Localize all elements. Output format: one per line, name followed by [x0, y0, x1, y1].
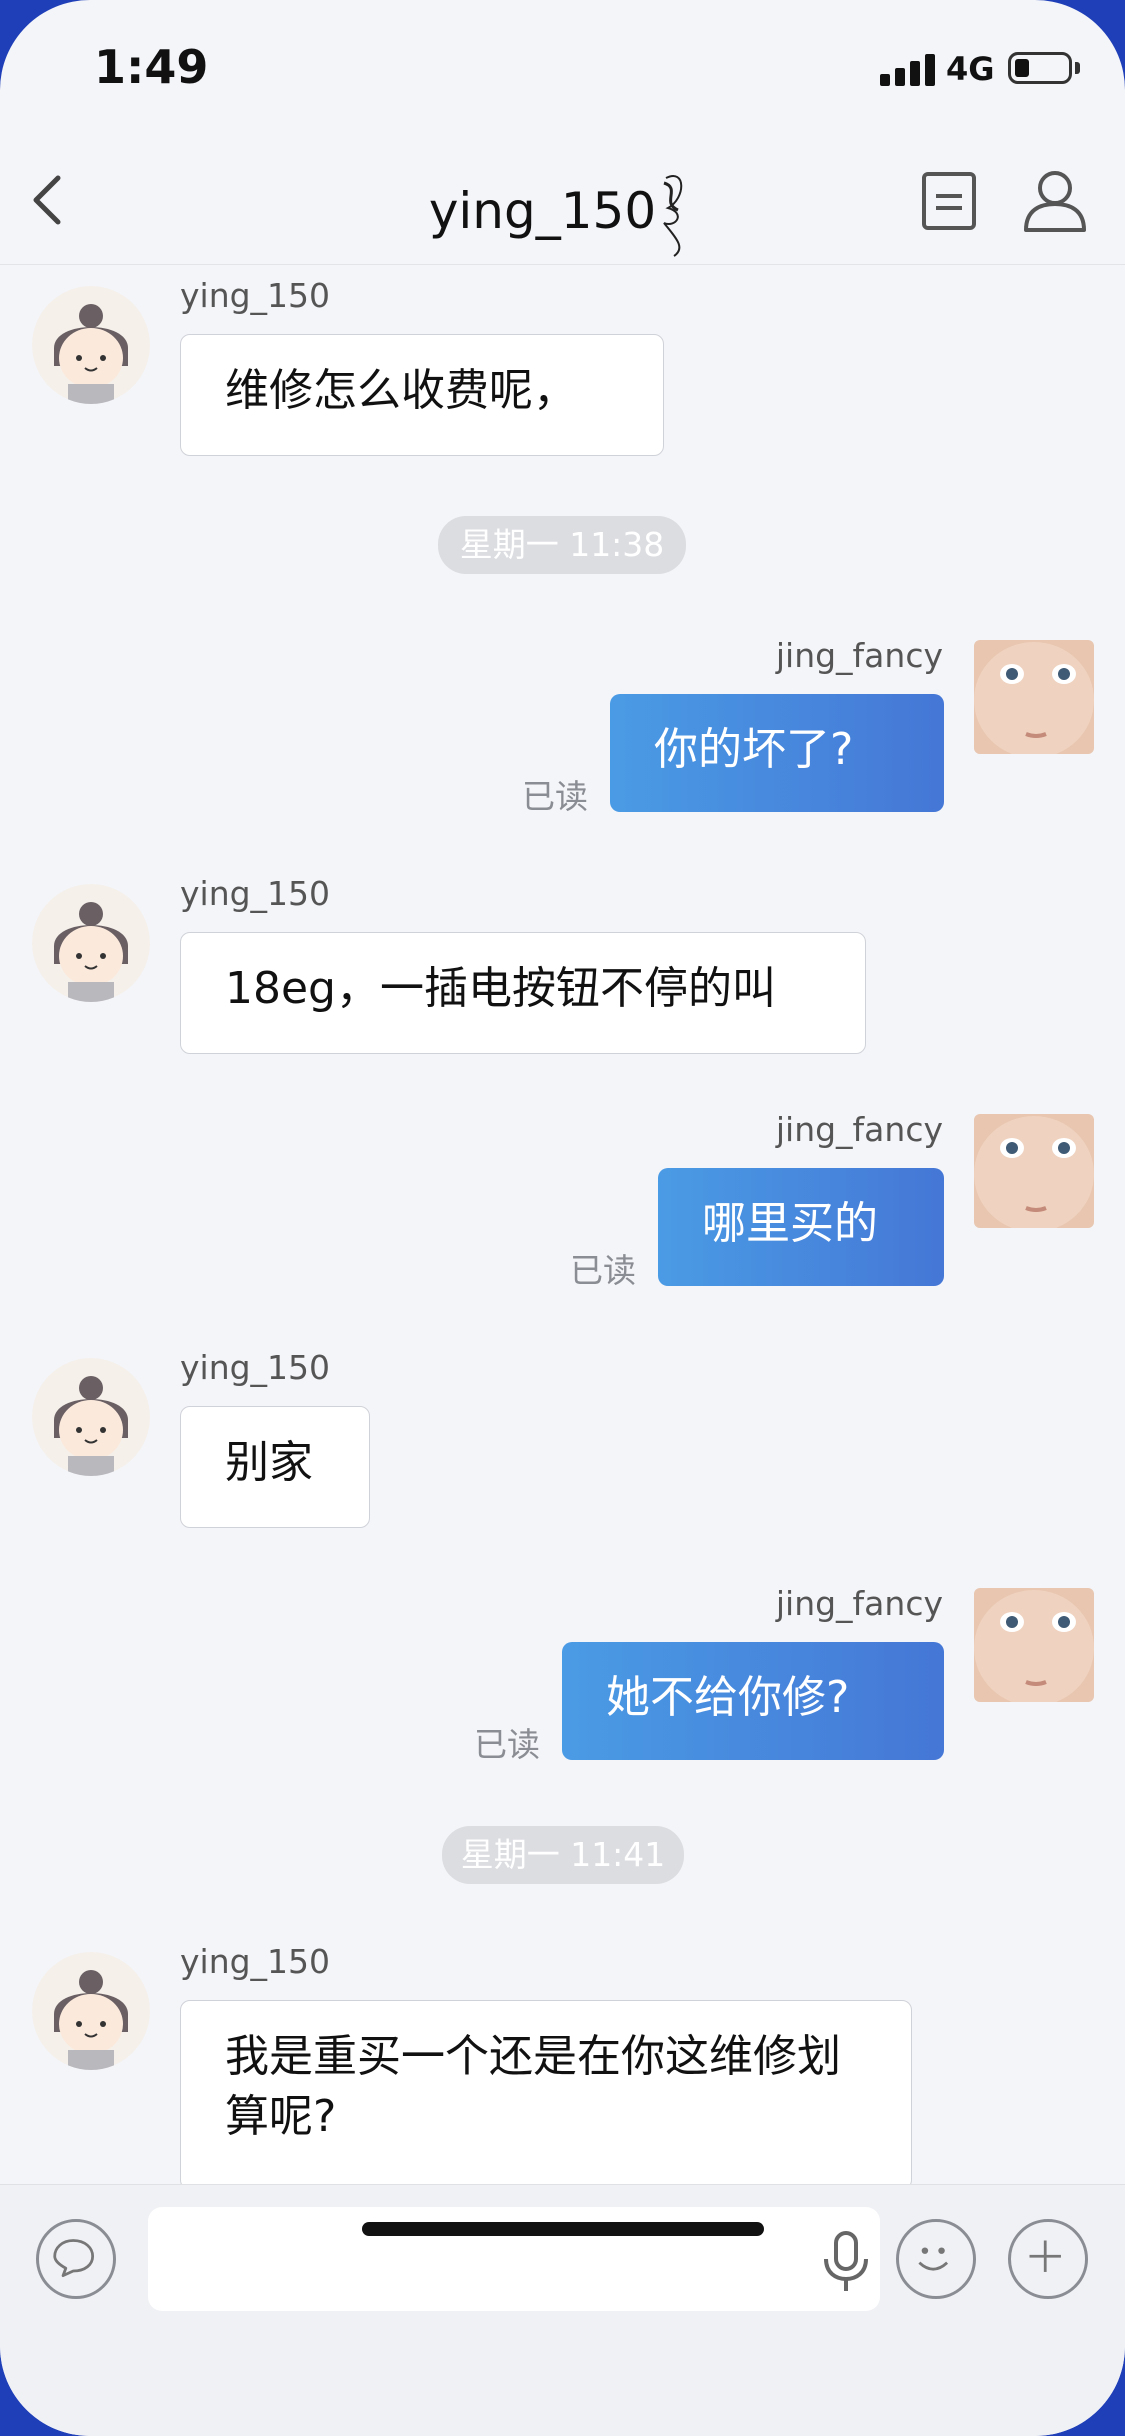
message-bubble[interactable]: 维修怎么收费呢，: [180, 334, 664, 456]
timestamp-divider: 星期一 11:38: [438, 516, 686, 574]
sender-name: ying_150: [180, 1348, 331, 1387]
message-bubble[interactable]: 你的坏了?: [610, 694, 944, 812]
phone-screen: 1:49 4G ying_150 ying_150 维修怎么收费呢， 星期一 1…: [0, 0, 1125, 2436]
sender-name: jing_fancy: [775, 1110, 943, 1149]
timestamp-divider: 星期一 11:41: [442, 1826, 684, 1884]
home-indicator[interactable]: [362, 2222, 764, 2236]
avatar[interactable]: [974, 640, 1094, 754]
network-type: 4G: [946, 50, 995, 88]
plus-icon[interactable]: [1008, 2219, 1088, 2299]
sender-name: jing_fancy: [775, 636, 943, 675]
microphone-icon[interactable]: [818, 2229, 874, 2293]
read-status: 已读: [570, 1251, 636, 1290]
avatar[interactable]: [32, 1358, 150, 1476]
speech-bubble-icon[interactable]: [36, 2219, 116, 2299]
message-bubble[interactable]: 18eg，一插电按钮不停的叫: [180, 932, 866, 1054]
sender-name: ying_150: [180, 874, 331, 913]
message-bubble[interactable]: 她不给你修?: [562, 1642, 944, 1760]
message-list[interactable]: ying_150 维修怎么收费呢， 星期一 11:38 jing_fancy 已…: [0, 264, 1125, 2184]
message-bubble[interactable]: 我是重买一个还是在你这维修划算呢?: [180, 2000, 912, 2184]
avatar[interactable]: [32, 286, 150, 404]
message-bubble[interactable]: 哪里买的: [658, 1168, 944, 1286]
read-status: 已读: [474, 1725, 540, 1764]
scribble-mark: [663, 175, 683, 257]
battery-icon: [1008, 52, 1072, 84]
nav-bar: ying_150: [0, 140, 1125, 265]
sender-name: ying_150: [180, 1942, 331, 1981]
signal-icon: [880, 52, 936, 86]
avatar[interactable]: [32, 884, 150, 1002]
document-icon[interactable]: [918, 170, 980, 232]
read-status: 已读: [522, 777, 588, 816]
status-time: 1:49: [94, 40, 209, 94]
battery-tip: [1075, 62, 1080, 74]
avatar[interactable]: [974, 1588, 1094, 1702]
avatar[interactable]: [974, 1114, 1094, 1228]
smiley-icon[interactable]: [896, 2219, 976, 2299]
sender-name: jing_fancy: [775, 1584, 943, 1623]
avatar[interactable]: [32, 1952, 150, 2070]
sender-name: ying_150: [180, 276, 331, 315]
status-bar: 1:49 4G: [0, 0, 1125, 140]
person-icon[interactable]: [1020, 166, 1090, 236]
message-bubble[interactable]: 别家: [180, 1406, 370, 1528]
